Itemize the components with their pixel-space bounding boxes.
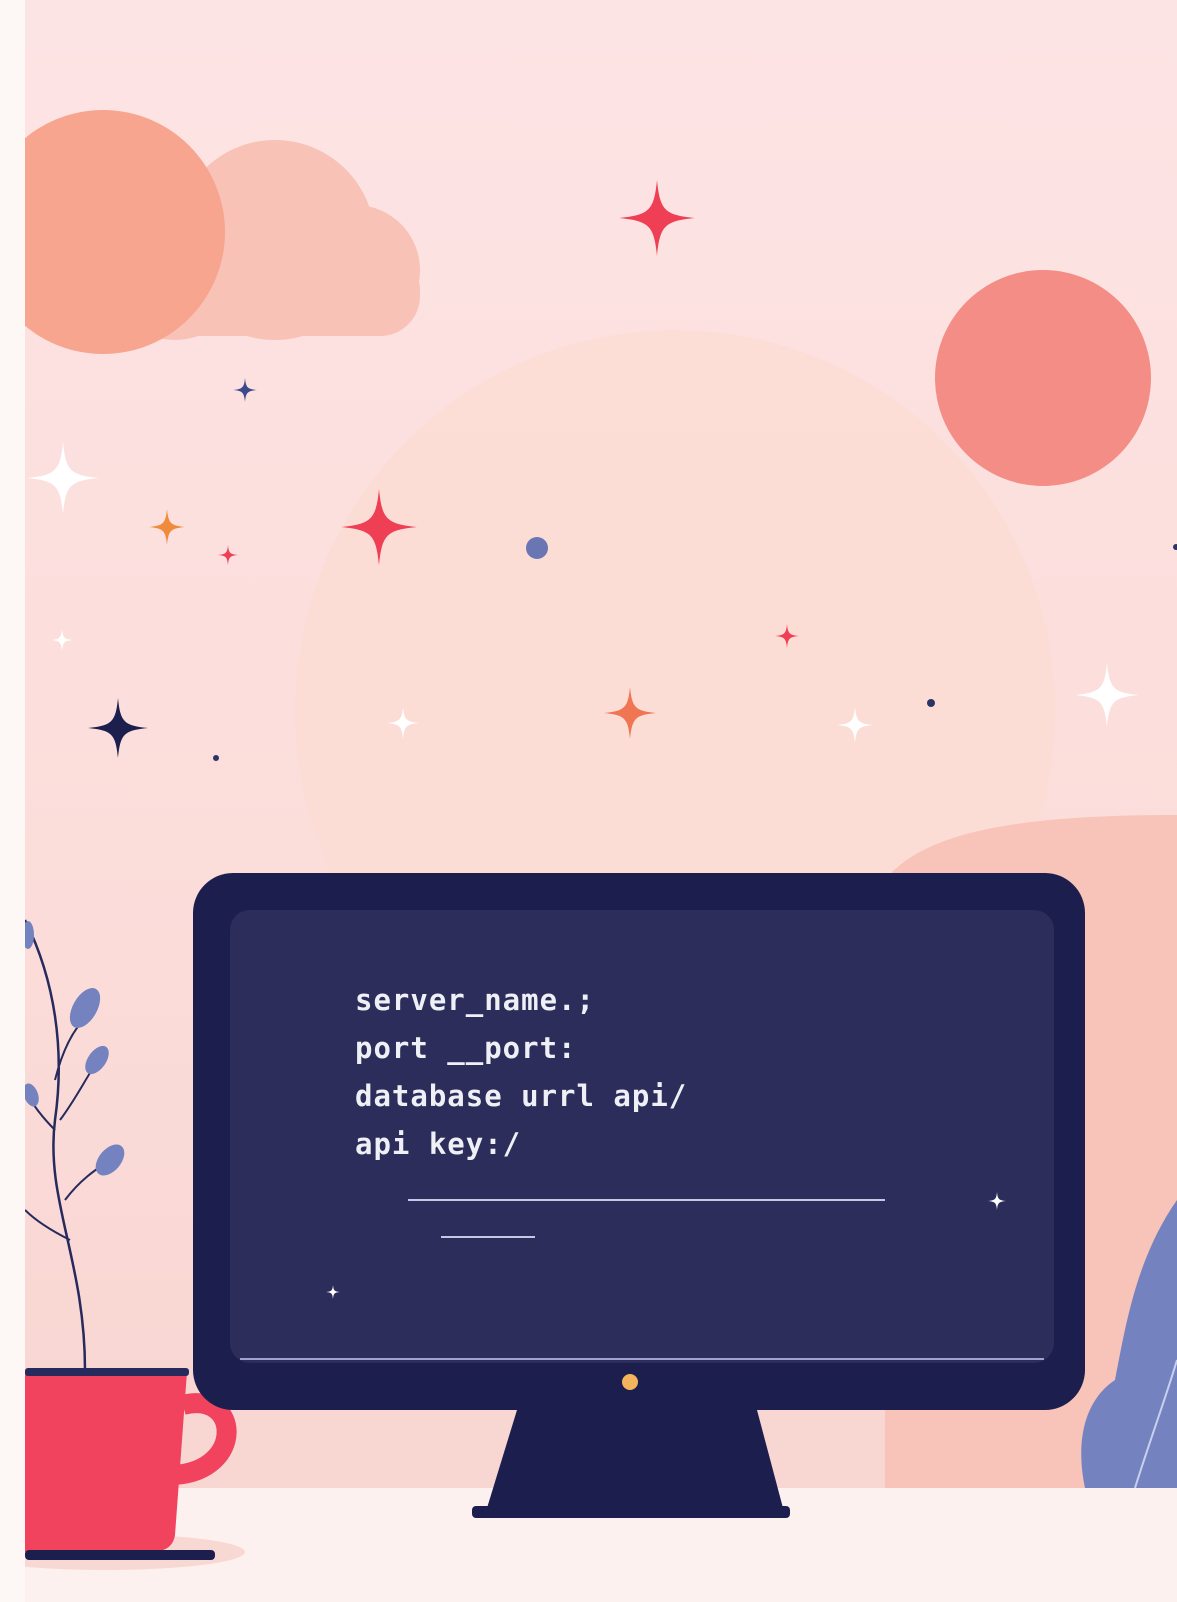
code-line-port: port __port: — [355, 1031, 577, 1065]
code-line-api-key: api key:/ — [355, 1127, 522, 1161]
plant-left — [25, 919, 125, 1371]
illustration-scene — [25, 110, 1177, 1602]
sparkle-icon — [218, 545, 238, 565]
dot-icon — [927, 699, 935, 707]
dot-icon — [1173, 544, 1177, 550]
sparkle-icon — [233, 378, 257, 402]
illustration-canvas: server_name.; port __port: database urrl… — [25, 0, 1177, 1602]
code-line-server-name: server_name.; — [355, 983, 595, 1017]
dot-icon — [213, 755, 219, 761]
sparkle-icon — [149, 509, 185, 545]
power-led-icon — [622, 1374, 638, 1390]
sparkle-icon — [88, 698, 148, 758]
sparkle-icon — [27, 442, 99, 514]
sparkle-icon — [619, 180, 695, 256]
monitor-base — [472, 1506, 790, 1518]
code-line-database-url: database urrl api/ — [355, 1079, 688, 1113]
dot-icon — [526, 537, 548, 559]
sun-right — [935, 270, 1151, 486]
sparkle-icon — [1075, 663, 1139, 727]
sparkle-icon — [51, 629, 73, 651]
monitor-screen — [230, 910, 1054, 1363]
monitor-stand — [487, 1410, 783, 1508]
